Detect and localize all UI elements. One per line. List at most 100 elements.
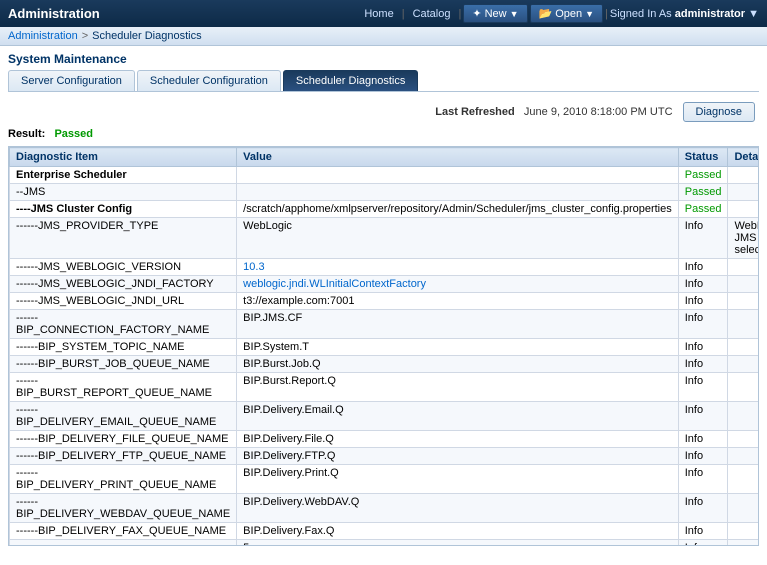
diagnostics-table: Diagnostic Item Value Status Details Ent… bbox=[9, 147, 759, 546]
cell-value: BIP.Burst.Report.Q bbox=[237, 373, 679, 402]
content-area: System Maintenance Server Configuration … bbox=[0, 46, 767, 552]
open-label: Open bbox=[555, 8, 582, 20]
cell-details bbox=[728, 523, 759, 540]
tab-scheduler-configuration[interactable]: Scheduler Configuration bbox=[137, 70, 281, 91]
cell-details: WebLogic JMS is selected. bbox=[728, 218, 759, 259]
table-row: ------BIP_BURST_REPORT_QUEUE_NAMEBIP.Bur… bbox=[10, 373, 760, 402]
section-title: System Maintenance bbox=[8, 52, 759, 66]
new-label: New bbox=[485, 8, 507, 20]
cell-status: Info bbox=[678, 402, 728, 431]
tab-bar: Server Configuration Scheduler Configura… bbox=[8, 70, 759, 92]
cell-item: --JMS bbox=[10, 184, 237, 201]
cell-status: Info bbox=[678, 465, 728, 494]
cell-details bbox=[728, 494, 759, 523]
cell-status: Info bbox=[678, 276, 728, 293]
cell-value: weblogic.jndi.WLInitialContextFactory bbox=[237, 276, 679, 293]
cell-item: ------NUMBER_THREADS_PER_PROCESSOR bbox=[10, 540, 237, 547]
cell-item: ------BIP_DELIVERY_PRINT_QUEUE_NAME bbox=[10, 465, 237, 494]
cell-details bbox=[728, 293, 759, 310]
cell-details bbox=[728, 431, 759, 448]
cell-item: ------BIP_SYSTEM_TOPIC_NAME bbox=[10, 339, 237, 356]
cell-details bbox=[728, 276, 759, 293]
cell-value: BIP.Delivery.Email.Q bbox=[237, 402, 679, 431]
cell-item: ------BIP_BURST_REPORT_QUEUE_NAME bbox=[10, 373, 237, 402]
cell-value: BIP.Delivery.Print.Q bbox=[237, 465, 679, 494]
cell-status: Info bbox=[678, 494, 728, 523]
cell-details bbox=[728, 167, 759, 184]
folder-icon: 📂 bbox=[539, 7, 553, 20]
table-row: ------BIP_DELIVERY_WEBDAV_QUEUE_NAMEBIP.… bbox=[10, 494, 760, 523]
cell-details bbox=[728, 339, 759, 356]
cell-value: BIP.Delivery.File.Q bbox=[237, 431, 679, 448]
cell-details bbox=[728, 201, 759, 218]
table-row: ------BIP_CONNECTION_FACTORY_NAMEBIP.JMS… bbox=[10, 310, 760, 339]
cell-status: Info bbox=[678, 373, 728, 402]
table-row: ------JMS_WEBLOGIC_JNDI_URLt3://example.… bbox=[10, 293, 760, 310]
table-row: ------NUMBER_THREADS_PER_PROCESSOR5Info bbox=[10, 540, 760, 547]
open-arrow-icon: ▼ bbox=[585, 9, 594, 19]
tab-scheduler-diagnostics[interactable]: Scheduler Diagnostics bbox=[283, 70, 418, 91]
cell-item: Enterprise Scheduler bbox=[10, 167, 237, 184]
username: administrator bbox=[675, 8, 745, 20]
cell-value: BIP.Burst.Job.Q bbox=[237, 356, 679, 373]
cell-details bbox=[728, 448, 759, 465]
cell-status: Passed bbox=[678, 184, 728, 201]
cell-item: ------BIP_DELIVERY_WEBDAV_QUEUE_NAME bbox=[10, 494, 237, 523]
cell-status: Info bbox=[678, 523, 728, 540]
home-link[interactable]: Home bbox=[358, 6, 399, 22]
cell-value bbox=[237, 184, 679, 201]
col-header-details: Details bbox=[728, 148, 759, 167]
cell-value bbox=[237, 167, 679, 184]
signed-in-label: Signed In As administrator ▼ bbox=[610, 8, 759, 20]
cell-status: Info bbox=[678, 540, 728, 547]
last-refreshed-value: June 9, 2010 8:18:00 PM UTC bbox=[524, 106, 673, 118]
cell-status: Info bbox=[678, 431, 728, 448]
diagnose-button[interactable]: Diagnose bbox=[683, 102, 755, 122]
cell-value: /scratch/apphome/xmlpserver/repository/A… bbox=[237, 201, 679, 218]
cell-status: Info bbox=[678, 293, 728, 310]
new-icon: ✦ bbox=[472, 7, 481, 20]
result-row: Result: Passed bbox=[8, 128, 759, 140]
table-row: ------BIP_DELIVERY_PRINT_QUEUE_NAMEBIP.D… bbox=[10, 465, 760, 494]
open-button[interactable]: 📂 Open ▼ bbox=[530, 4, 604, 23]
last-refreshed: Last Refreshed June 9, 2010 8:18:00 PM U… bbox=[435, 106, 672, 118]
new-button[interactable]: ✦ New ▼ bbox=[463, 4, 527, 23]
new-arrow-icon: ▼ bbox=[510, 9, 519, 19]
table-row: ------BIP_DELIVERY_EMAIL_QUEUE_NAMEBIP.D… bbox=[10, 402, 760, 431]
col-header-status: Status bbox=[678, 148, 728, 167]
tab-server-configuration[interactable]: Server Configuration bbox=[8, 70, 135, 91]
cell-item: ------BIP_DELIVERY_FILE_QUEUE_NAME bbox=[10, 431, 237, 448]
last-refreshed-label: Last Refreshed bbox=[435, 106, 514, 118]
cell-item: ------BIP_DELIVERY_FTP_QUEUE_NAME bbox=[10, 448, 237, 465]
cell-details bbox=[728, 259, 759, 276]
cell-value: WebLogic bbox=[237, 218, 679, 259]
cell-item: ------JMS_WEBLOGIC_VERSION bbox=[10, 259, 237, 276]
app-title: Administration bbox=[8, 6, 100, 21]
breadcrumb-separator: > bbox=[82, 30, 88, 42]
table-row: ----JMS Cluster Config/scratch/apphome/x… bbox=[10, 201, 760, 218]
table-row: ------JMS_WEBLOGIC_VERSION10.3Info bbox=[10, 259, 760, 276]
result-value: Passed bbox=[54, 128, 93, 140]
col-header-value: Value bbox=[237, 148, 679, 167]
catalog-link[interactable]: Catalog bbox=[407, 6, 457, 22]
cell-value: BIP.Delivery.WebDAV.Q bbox=[237, 494, 679, 523]
table-row: ------BIP_DELIVERY_FAX_QUEUE_NAMEBIP.Del… bbox=[10, 523, 760, 540]
cell-item: ------BIP_DELIVERY_FAX_QUEUE_NAME bbox=[10, 523, 237, 540]
cell-status: Info bbox=[678, 448, 728, 465]
cell-status: Info bbox=[678, 310, 728, 339]
top-bar: Administration Home | Catalog | ✦ New ▼ … bbox=[0, 0, 767, 27]
cell-status: Info bbox=[678, 218, 728, 259]
cell-details bbox=[728, 310, 759, 339]
user-arrow-icon: ▼ bbox=[748, 8, 759, 20]
cell-item: ------BIP_BURST_JOB_QUEUE_NAME bbox=[10, 356, 237, 373]
diagnostics-table-wrapper[interactable]: Diagnostic Item Value Status Details Ent… bbox=[8, 146, 759, 546]
cell-status: Passed bbox=[678, 167, 728, 184]
cell-item: ------JMS_PROVIDER_TYPE bbox=[10, 218, 237, 259]
cell-status: Info bbox=[678, 259, 728, 276]
breadcrumb-admin-link[interactable]: Administration bbox=[8, 30, 78, 42]
cell-value: t3://example.com:7001 bbox=[237, 293, 679, 310]
cell-status: Info bbox=[678, 339, 728, 356]
table-row: ------BIP_DELIVERY_FILE_QUEUE_NAMEBIP.De… bbox=[10, 431, 760, 448]
cell-details bbox=[728, 356, 759, 373]
cell-value: 5 bbox=[237, 540, 679, 547]
